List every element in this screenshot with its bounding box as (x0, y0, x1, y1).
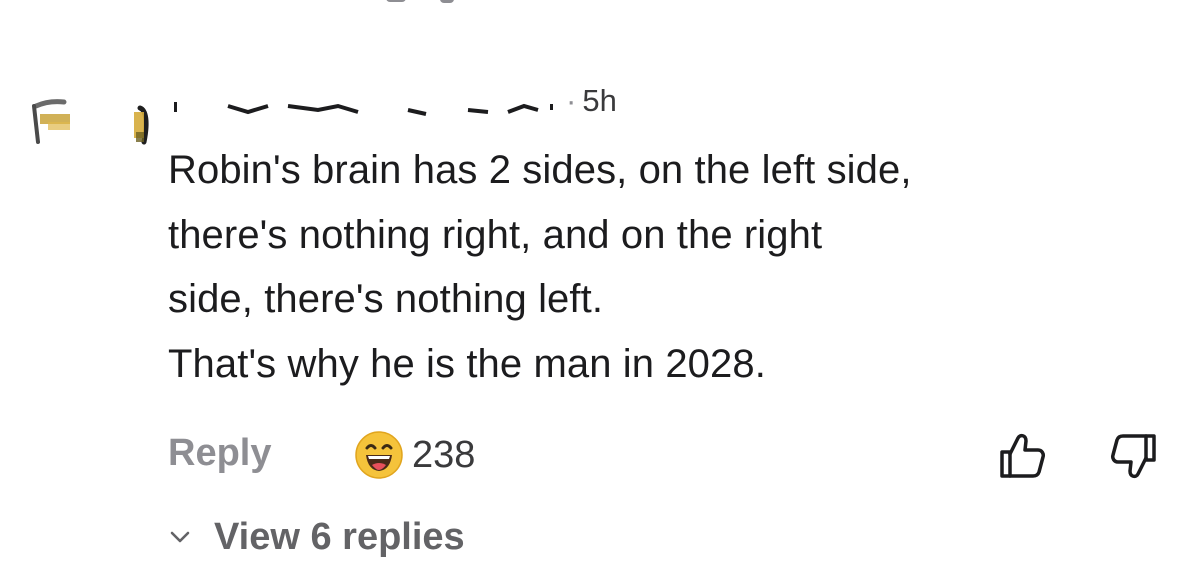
username-redacted[interactable] (168, 80, 560, 120)
comment-actions: Reply 238 (168, 424, 1168, 484)
comment-text-line: That's why he is the man in 2028. (168, 341, 766, 386)
chevron-down-icon (170, 531, 190, 543)
previous-comment-fragment (0, 0, 1200, 10)
avatar[interactable] (0, 92, 160, 172)
reaction-count: 238 (412, 433, 476, 476)
header-separator: · (566, 83, 577, 118)
comment-text: Robin's brain has 2 sides, on the left s… (168, 138, 1168, 396)
laughing-emoji-icon (355, 431, 403, 479)
comment-text-line: Robin's brain has 2 sides, on the left s… (168, 148, 912, 192)
reply-button[interactable]: Reply (168, 432, 271, 475)
view-replies-label: View 6 replies (214, 515, 465, 558)
thumbs-up-icon[interactable] (996, 430, 1048, 482)
comment-header: · 5h (168, 80, 617, 120)
reaction-summary[interactable]: 238 (354, 430, 475, 480)
comment-timestamp: 5h (582, 83, 617, 118)
thumbs-down-icon[interactable] (1108, 430, 1160, 482)
comment-text-line: there's nothing right, and on the right (168, 212, 823, 257)
comment-text-line: side, there's nothing left. (168, 277, 604, 321)
view-replies-button[interactable]: View 6 replies (168, 512, 465, 562)
